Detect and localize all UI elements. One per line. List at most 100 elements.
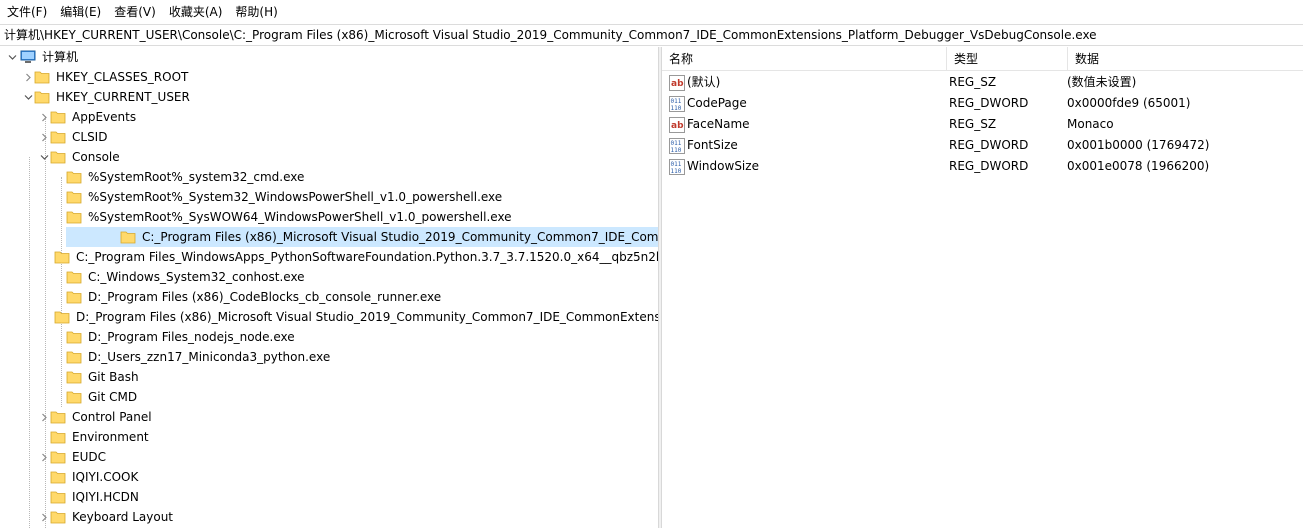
tree-item[interactable]: Console [0, 147, 660, 167]
menu-view[interactable]: 查看(V) [107, 0, 162, 24]
svg-text:ab: ab [671, 79, 684, 89]
value-data: Monaco [1067, 117, 1114, 131]
column-header-data[interactable]: 数据 [1068, 47, 1303, 71]
tree-item[interactable]: D:_Users_zzn17_Miniconda3_python.exe [0, 347, 660, 367]
value-row[interactable]: ab FaceName REG_SZ Monaco [662, 114, 1303, 135]
folder-icon [50, 489, 66, 505]
value-name: CodePage [687, 96, 747, 110]
value-row[interactable]: ab (默认) REG_SZ (数值未设置) [662, 72, 1303, 93]
menu-file[interactable]: 文件(F) [0, 0, 53, 24]
column-header-type[interactable]: 类型 [947, 47, 1068, 71]
folder-icon [54, 309, 70, 325]
tree-item[interactable]: D:_Program Files (x86)_CodeBlocks_cb_con… [0, 287, 660, 307]
chevron-right-icon[interactable] [38, 127, 50, 147]
value-name: FaceName [687, 117, 750, 131]
value-type: REG_DWORD [949, 96, 1029, 110]
tree-item[interactable]: C:_Program Files_WindowsApps_PythonSoftw… [0, 247, 660, 267]
tree-root-label: 计算机 [42, 50, 79, 64]
tree-item[interactable]: CLSID [0, 127, 660, 147]
folder-icon [50, 509, 66, 525]
value-list[interactable]: 名称 类型 数据 ab (默认) REG_SZ (数值未设置) 011 110 CodePa… [662, 47, 1303, 528]
folder-icon [66, 369, 82, 385]
chevron-right-icon[interactable] [38, 407, 50, 427]
tree-item-label: D:_Program Files (x86)_Microsoft Visual … [76, 310, 660, 324]
binary-value-icon: 011 110 [669, 137, 685, 154]
value-row[interactable]: 011 110 CodePage REG_DWORD 0x0000fde9 (65001… [662, 93, 1303, 114]
chevron-right-icon[interactable] [38, 107, 50, 127]
chevron-down-icon[interactable] [6, 47, 18, 67]
value-row[interactable]: 011 110 FontSize REG_DWORD 0x001b0000 (17694… [662, 135, 1303, 156]
value-data: 0x0000fde9 (65001) [1067, 96, 1191, 110]
tree-item[interactable]: Control Panel [0, 407, 660, 427]
menu-help[interactable]: 帮助(H) [228, 0, 283, 24]
chevron-down-icon[interactable] [38, 147, 50, 167]
registry-tree[interactable]: 计算机 HKEY_CLASSES_ROOT HKEY_CURRENT_USER Ap… [0, 47, 660, 528]
tree-item[interactable]: Environment [0, 427, 660, 447]
column-header-name[interactable]: 名称 [662, 47, 947, 71]
tree-item-label: Console [72, 150, 120, 164]
folder-icon [120, 229, 136, 245]
tree-item-label: Git Bash [88, 370, 139, 384]
folder-icon [50, 449, 66, 465]
tree-item-label: %SystemRoot%_SysWOW64_WindowsPowerShell_… [88, 210, 512, 224]
binary-value-icon: 011 110 [669, 95, 685, 112]
value-row[interactable]: 011 110 WindowSize REG_DWORD 0x001e0078 (196… [662, 156, 1303, 177]
svg-text:110: 110 [671, 168, 682, 175]
tree-item-label: CLSID [72, 130, 108, 144]
value-type: REG_SZ [949, 75, 997, 89]
folder-icon [50, 109, 66, 125]
chevron-right-icon[interactable] [22, 67, 34, 87]
folder-icon [50, 409, 66, 425]
tree-item[interactable]: AppEvents [0, 107, 660, 127]
tree-item[interactable]: Keyboard Layout [0, 507, 660, 527]
tree-item[interactable]: Git CMD [0, 387, 660, 407]
chevron-down-icon[interactable] [22, 87, 34, 107]
value-name: WindowSize [687, 159, 759, 173]
tree-item[interactable]: HKEY_CURRENT_USER [0, 87, 660, 107]
folder-icon [66, 189, 82, 205]
menu-favorites[interactable]: 收藏夹(A) [162, 0, 229, 24]
menu-edit[interactable]: 编辑(E) [53, 0, 107, 24]
tree-item-label: IQIYI.HCDN [72, 490, 139, 504]
tree-item[interactable]: %SystemRoot%_system32_cmd.exe [0, 167, 660, 187]
tree-item[interactable]: D:_Program Files_nodejs_node.exe [0, 327, 660, 347]
tree-item[interactable]: C:_Windows_System32_conhost.exe [0, 267, 660, 287]
folder-icon [50, 129, 66, 145]
tree-item-label: %SystemRoot%_System32_WindowsPowerShell_… [88, 190, 503, 204]
chevron-right-icon[interactable] [38, 507, 50, 527]
tree-item[interactable]: HKEY_CLASSES_ROOT [0, 67, 660, 87]
tree-item[interactable]: D:_Program Files (x86)_Microsoft Visual … [0, 307, 660, 327]
value-type: REG_DWORD [949, 138, 1029, 152]
tree-item-label: C:_Program Files_WindowsApps_PythonSoftw… [76, 250, 660, 264]
tree-item[interactable]: IQIYI.HCDN [0, 487, 660, 507]
tree-root[interactable]: 计算机 [0, 47, 660, 67]
folder-icon [66, 269, 82, 285]
folder-icon [66, 169, 82, 185]
tree-item-label: Environment [72, 430, 149, 444]
tree-item[interactable]: IQIYI.COOK [0, 467, 660, 487]
tree-item[interactable]: %SystemRoot%_SysWOW64_WindowsPowerShell_… [0, 207, 660, 227]
tree-item-label: HKEY_CURRENT_USER [56, 90, 190, 104]
tree-item[interactable]: %SystemRoot%_System32_WindowsPowerShell_… [0, 187, 660, 207]
chevron-right-icon[interactable] [38, 447, 50, 467]
address-bar[interactable]: 计算机\HKEY_CURRENT_USER\Console\C:_Program… [0, 24, 1303, 46]
value-data: (数值未设置) [1067, 75, 1137, 89]
folder-icon [66, 349, 82, 365]
tree-item[interactable]: Git Bash [0, 367, 660, 387]
tree-item[interactable]: EUDC [0, 447, 660, 467]
folder-icon [50, 429, 66, 445]
svg-text:110: 110 [671, 147, 682, 154]
tree-item-label: %SystemRoot%_system32_cmd.exe [88, 170, 305, 184]
tree-item-label: AppEvents [72, 110, 137, 124]
value-type: REG_DWORD [949, 159, 1029, 173]
folder-icon [54, 249, 70, 265]
tree-item[interactable]: C:_Program Files (x86)_Microsoft Visual … [66, 227, 660, 247]
